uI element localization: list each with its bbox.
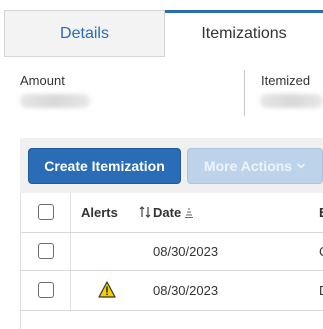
date-column-header[interactable]: Date (153, 205, 181, 220)
sort-indicator-icon[interactable] (184, 208, 194, 218)
table-header-row: Alerts Date E (20, 193, 323, 233)
table-row[interactable]: 08/30/2023 C (20, 233, 323, 271)
tab-bar: Details Itemizations (0, 0, 323, 57)
amount-label: Amount (20, 73, 65, 88)
more-actions-label: More Actions (203, 158, 293, 174)
summary-divider (244, 70, 245, 116)
row-date: 08/30/2023 (153, 283, 219, 298)
table-row[interactable]: 08/30/2023 D (20, 271, 323, 311)
row-checkbox[interactable] (38, 282, 54, 298)
column-divider (70, 233, 71, 270)
sort-arrows-icon[interactable] (139, 205, 151, 219)
create-itemization-label: Create Itemization (44, 158, 165, 174)
itemized-label: Itemized (261, 73, 311, 88)
tab-itemizations-label: Itemizations (201, 24, 287, 42)
tab-divider (4, 56, 165, 57)
row-checkbox[interactable] (38, 243, 54, 259)
tab-itemizations[interactable]: Itemizations (165, 10, 323, 57)
itemized-value-redacted (260, 94, 323, 108)
next-column-header[interactable]: E (319, 205, 323, 220)
alerts-column-header[interactable]: Alerts (81, 205, 118, 220)
row-next-column: C (319, 244, 323, 259)
more-actions-button[interactable]: More Actions (187, 148, 323, 184)
select-all-checkbox[interactable] (38, 204, 54, 220)
column-divider (70, 193, 71, 232)
tab-details-label: Details (60, 24, 109, 42)
column-divider (70, 271, 71, 310)
amount-value-redacted (20, 94, 90, 108)
row-next-column: D (319, 283, 323, 298)
warning-icon[interactable] (98, 281, 116, 298)
tab-details[interactable]: Details (4, 10, 165, 56)
row-date: 08/30/2023 (153, 244, 219, 259)
chevron-down-icon (297, 163, 306, 169)
create-itemization-button[interactable]: Create Itemization (28, 148, 181, 184)
